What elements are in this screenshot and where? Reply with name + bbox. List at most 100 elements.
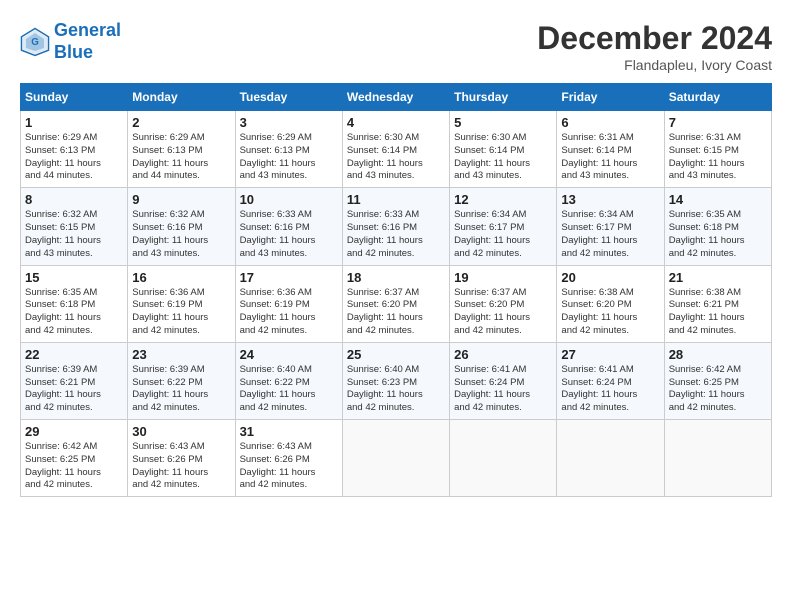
calendar-cell: 15Sunrise: 6:35 AM Sunset: 6:18 PM Dayli… (21, 265, 128, 342)
calendar-cell: 3 Sunrise: 6:29 AM Sunset: 6:13 PM Daylig… (235, 111, 342, 188)
calendar-week-4: 22Sunrise: 6:39 AM Sunset: 6:21 PM Dayli… (21, 342, 772, 419)
calendar-cell: 16 Sunrise: 6:36 AM Sunset: 6:19 PM Dayli… (128, 265, 235, 342)
calendar-cell: 1 Sunrise: 6:29 AM Sunset: 6:13 PM Daylig… (21, 111, 128, 188)
day-info: Sunrise: 6:30 AM Sunset: 6:14 PM Dayligh… (454, 132, 552, 183)
calendar-cell: 28Sunrise: 6:42 AM Sunset: 6:25 PM Dayli… (664, 342, 771, 419)
day-number: 1 (25, 115, 123, 130)
calendar-cell: 29Sunrise: 6:42 AM Sunset: 6:25 PM Dayli… (21, 420, 128, 497)
calendar-cell: 13 Sunrise: 6:34 AM Sunset: 6:17 PM Dayli… (557, 188, 664, 265)
calendar-cell: 14Sunrise: 6:35 AM Sunset: 6:18 PM Dayli… (664, 188, 771, 265)
day-number: 15 (25, 270, 123, 285)
day-info: Sunrise: 6:32 AM Sunset: 6:16 PM Dayligh… (132, 209, 230, 260)
day-info: Sunrise: 6:41 AM Sunset: 6:24 PM Dayligh… (561, 364, 659, 415)
calendar-cell: 11 Sunrise: 6:33 AM Sunset: 6:16 PM Dayli… (342, 188, 449, 265)
day-number: 11 (347, 192, 445, 207)
calendar-cell: 26 Sunrise: 6:41 AM Sunset: 6:24 PM Dayli… (450, 342, 557, 419)
calendar-cell: 19Sunrise: 6:37 AM Sunset: 6:20 PM Dayli… (450, 265, 557, 342)
calendar-cell: 10 Sunrise: 6:33 AM Sunset: 6:16 PM Dayli… (235, 188, 342, 265)
day-number: 17 (240, 270, 338, 285)
day-number: 9 (132, 192, 230, 207)
calendar-table: SundayMondayTuesdayWednesdayThursdayFrid… (20, 83, 772, 497)
calendar-cell (450, 420, 557, 497)
svg-text:G: G (31, 37, 39, 48)
calendar-cell: 7 Sunrise: 6:31 AM Sunset: 6:15 PM Daylig… (664, 111, 771, 188)
day-info: Sunrise: 6:31 AM Sunset: 6:15 PM Dayligh… (669, 132, 767, 183)
calendar-cell: 5 Sunrise: 6:30 AM Sunset: 6:14 PM Daylig… (450, 111, 557, 188)
day-info: Sunrise: 6:40 AM Sunset: 6:23 PM Dayligh… (347, 364, 445, 415)
calendar-week-3: 15Sunrise: 6:35 AM Sunset: 6:18 PM Dayli… (21, 265, 772, 342)
day-number: 6 (561, 115, 659, 130)
title-block: December 2024 Flandapleu, Ivory Coast (537, 20, 772, 73)
day-info: Sunrise: 6:36 AM Sunset: 6:19 PM Dayligh… (240, 287, 338, 338)
month-title: December 2024 (537, 20, 772, 57)
day-info: Sunrise: 6:36 AM Sunset: 6:19 PM Dayligh… (132, 287, 230, 338)
calendar-cell: 31 Sunrise: 6:43 AM Sunset: 6:26 PM Dayli… (235, 420, 342, 497)
day-info: Sunrise: 6:34 AM Sunset: 6:17 PM Dayligh… (561, 209, 659, 260)
logo-text: General Blue (54, 20, 121, 63)
day-info: Sunrise: 6:29 AM Sunset: 6:13 PM Dayligh… (25, 132, 123, 183)
day-number: 3 (240, 115, 338, 130)
calendar-cell: 2 Sunrise: 6:29 AM Sunset: 6:13 PM Daylig… (128, 111, 235, 188)
day-info: Sunrise: 6:41 AM Sunset: 6:24 PM Dayligh… (454, 364, 552, 415)
day-number: 21 (669, 270, 767, 285)
day-info: Sunrise: 6:40 AM Sunset: 6:22 PM Dayligh… (240, 364, 338, 415)
column-header-tuesday: Tuesday (235, 84, 342, 111)
calendar-cell: 18Sunrise: 6:37 AM Sunset: 6:20 PM Dayli… (342, 265, 449, 342)
day-number: 13 (561, 192, 659, 207)
day-info: Sunrise: 6:38 AM Sunset: 6:20 PM Dayligh… (561, 287, 659, 338)
day-info: Sunrise: 6:43 AM Sunset: 6:26 PM Dayligh… (132, 441, 230, 492)
day-info: Sunrise: 6:30 AM Sunset: 6:14 PM Dayligh… (347, 132, 445, 183)
day-number: 12 (454, 192, 552, 207)
day-info: Sunrise: 6:32 AM Sunset: 6:15 PM Dayligh… (25, 209, 123, 260)
calendar-cell: 9 Sunrise: 6:32 AM Sunset: 6:16 PM Daylig… (128, 188, 235, 265)
calendar-cell: 4 Sunrise: 6:30 AM Sunset: 6:14 PM Daylig… (342, 111, 449, 188)
day-number: 23 (132, 347, 230, 362)
calendar-cell: 24 Sunrise: 6:40 AM Sunset: 6:22 PM Dayli… (235, 342, 342, 419)
calendar-cell: 20Sunrise: 6:38 AM Sunset: 6:20 PM Dayli… (557, 265, 664, 342)
calendar-cell: 30 Sunrise: 6:43 AM Sunset: 6:26 PM Dayli… (128, 420, 235, 497)
day-number: 4 (347, 115, 445, 130)
column-header-thursday: Thursday (450, 84, 557, 111)
calendar-body: 1 Sunrise: 6:29 AM Sunset: 6:13 PM Daylig… (21, 111, 772, 497)
day-info: Sunrise: 6:39 AM Sunset: 6:21 PM Dayligh… (25, 364, 123, 415)
logo-blue: Blue (54, 42, 93, 62)
day-number: 30 (132, 424, 230, 439)
calendar-week-5: 29Sunrise: 6:42 AM Sunset: 6:25 PM Dayli… (21, 420, 772, 497)
calendar-cell: 12Sunrise: 6:34 AM Sunset: 6:17 PM Dayli… (450, 188, 557, 265)
calendar-cell: 25 Sunrise: 6:40 AM Sunset: 6:23 PM Dayli… (342, 342, 449, 419)
day-info: Sunrise: 6:35 AM Sunset: 6:18 PM Dayligh… (669, 209, 767, 260)
calendar-cell: 17 Sunrise: 6:36 AM Sunset: 6:19 PM Dayli… (235, 265, 342, 342)
day-info: Sunrise: 6:38 AM Sunset: 6:21 PM Dayligh… (669, 287, 767, 338)
day-info: Sunrise: 6:29 AM Sunset: 6:13 PM Dayligh… (240, 132, 338, 183)
calendar-week-1: 1 Sunrise: 6:29 AM Sunset: 6:13 PM Daylig… (21, 111, 772, 188)
logo-general: General (54, 20, 121, 40)
day-info: Sunrise: 6:29 AM Sunset: 6:13 PM Dayligh… (132, 132, 230, 183)
calendar-cell (664, 420, 771, 497)
calendar-cell: 27Sunrise: 6:41 AM Sunset: 6:24 PM Dayli… (557, 342, 664, 419)
day-number: 5 (454, 115, 552, 130)
day-info: Sunrise: 6:43 AM Sunset: 6:26 PM Dayligh… (240, 441, 338, 492)
day-info: Sunrise: 6:31 AM Sunset: 6:14 PM Dayligh… (561, 132, 659, 183)
day-number: 7 (669, 115, 767, 130)
day-info: Sunrise: 6:33 AM Sunset: 6:16 PM Dayligh… (240, 209, 338, 260)
day-number: 29 (25, 424, 123, 439)
column-header-saturday: Saturday (664, 84, 771, 111)
day-number: 31 (240, 424, 338, 439)
day-number: 10 (240, 192, 338, 207)
day-number: 25 (347, 347, 445, 362)
day-number: 24 (240, 347, 338, 362)
day-number: 26 (454, 347, 552, 362)
calendar-cell: 21 Sunrise: 6:38 AM Sunset: 6:21 PM Dayli… (664, 265, 771, 342)
day-info: Sunrise: 6:42 AM Sunset: 6:25 PM Dayligh… (669, 364, 767, 415)
day-info: Sunrise: 6:33 AM Sunset: 6:16 PM Dayligh… (347, 209, 445, 260)
column-header-monday: Monday (128, 84, 235, 111)
column-header-wednesday: Wednesday (342, 84, 449, 111)
page-header: G General Blue December 2024 Flandapleu,… (20, 20, 772, 73)
logo-icon: G (20, 27, 50, 57)
day-number: 16 (132, 270, 230, 285)
calendar-cell: 6 Sunrise: 6:31 AM Sunset: 6:14 PM Daylig… (557, 111, 664, 188)
calendar-week-2: 8 Sunrise: 6:32 AM Sunset: 6:15 PM Daylig… (21, 188, 772, 265)
column-header-friday: Friday (557, 84, 664, 111)
day-number: 2 (132, 115, 230, 130)
day-number: 8 (25, 192, 123, 207)
